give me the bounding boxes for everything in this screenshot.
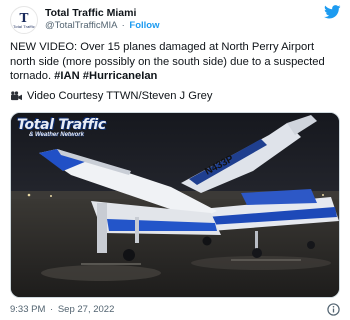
tweet-time: 9:33 PM (10, 304, 46, 315)
tweet-card: T Total Traffic Total Traffic Miami @Tot… (0, 0, 350, 320)
separator-dot: · (50, 304, 54, 315)
watermark-subtitle: & Weather Network (29, 132, 84, 138)
tweet-date: Sep 27, 2022 (57, 304, 115, 315)
follow-button[interactable]: Follow (129, 20, 159, 31)
hashtag-ian[interactable]: #IAN (54, 70, 80, 82)
watermark-logo: Total Traffic (17, 117, 106, 133)
separator-dot: · (121, 20, 125, 31)
handle-row: @TotalTrafficMIA · Follow (45, 20, 159, 31)
video-media[interactable]: N433P Total Traffic & Weather Network (10, 112, 340, 298)
damaged-planes-image: N433P (11, 113, 339, 297)
twitter-bird-icon[interactable] (324, 5, 341, 19)
display-name[interactable]: Total Traffic Miami (45, 7, 136, 19)
info-icon[interactable] (327, 303, 340, 316)
timestamp[interactable]: 9:33 PM · Sep 27, 2022 (10, 304, 114, 315)
handle[interactable]: @TotalTrafficMIA (45, 20, 117, 31)
tweet-text: NEW VIDEO: Over 15 planes damaged at Nor… (10, 40, 342, 84)
avatar-letter: T (19, 10, 29, 25)
avatar-subtext: Total Traffic (13, 23, 35, 29)
video-credit: Video Courtesy TTWN/Steven J Grey (27, 90, 213, 102)
movie-camera-icon (11, 90, 22, 100)
hashtag-hurricaneian[interactable]: #HurricaneIan (83, 70, 158, 82)
credit-row: Video Courtesy TTWN/Steven J Grey (10, 89, 213, 103)
avatar[interactable]: T Total Traffic (10, 6, 38, 34)
